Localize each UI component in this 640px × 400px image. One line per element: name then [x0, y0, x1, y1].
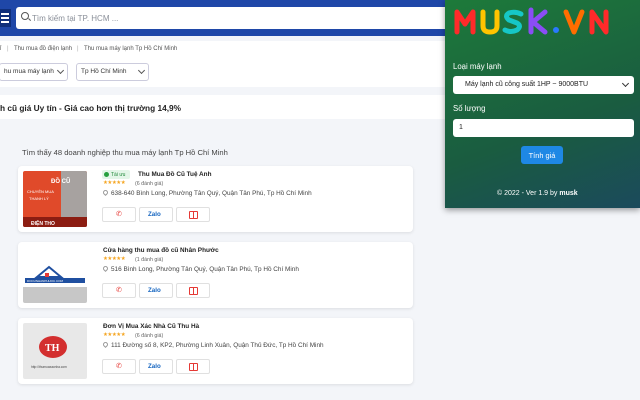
search-icon	[21, 12, 29, 20]
book-button[interactable]	[176, 359, 210, 374]
book-icon	[189, 211, 198, 219]
thumb-text: ĐỒ CŨ	[51, 178, 70, 185]
listing-address-text: 111 Đường số 8, KP2, Phường Linh Xuân, Q…	[111, 342, 324, 349]
ac-type-value: Máy lạnh cũ công suất 1HP ~ 9000BTU	[465, 81, 589, 88]
filter-bar: hu mua máy lạnh Tp Hồ Chí Minh	[0, 57, 445, 87]
breadcrumb-item[interactable]: Thu mua đồ điện lạnh	[14, 46, 72, 52]
footer-brand[interactable]: musk	[559, 190, 577, 197]
breadcrumb-separator: |	[7, 46, 9, 52]
zalo-label: Zalo	[148, 363, 161, 370]
listing-address: 638-640 Bình Long, Phường Tân Quý, Quận …	[101, 188, 312, 197]
thumb-text: DOCUNHANPHUOC.COM	[27, 279, 64, 283]
thumb-text: THANH LÝ	[29, 196, 49, 201]
search-box[interactable]	[16, 7, 456, 29]
popup-footer: © 2022 - Ver 1.9 by musk	[497, 190, 578, 197]
phone-icon: ✆	[116, 287, 122, 294]
promo-banner: h cũ giá Uy tín - Giá cao hơn thị trường…	[0, 95, 445, 119]
zalo-label: Zalo	[148, 287, 161, 294]
listing-address: 111 Đường số 8, KP2, Phường Linh Xuân, Q…	[101, 340, 324, 349]
footer-text: © 2022 - Ver 1.9 by	[497, 190, 558, 197]
rating-count: (6 đánh giá)	[135, 333, 164, 339]
chevron-down-icon	[621, 79, 630, 88]
thumb-text: CHUYÊN MUA	[27, 189, 54, 194]
phone-icon: ✆	[116, 363, 122, 370]
location-pin-icon	[101, 188, 110, 197]
city-filter[interactable]: Tp Hồ Chí Minh	[76, 63, 149, 81]
search-input[interactable]	[32, 7, 432, 29]
quantity-label: Số lượng	[453, 104, 486, 113]
verified-badge: Tài ưu	[102, 170, 130, 179]
location-pin-icon	[101, 340, 110, 349]
calculate-button-label: Tính giá	[528, 151, 556, 160]
listing-address-text: 516 Bình Long, Phường Tân Quý, Quận Tân …	[111, 266, 299, 273]
listing-card[interactable]: TH http://thumuaxacnha.com Đơn Vị Mua Xá…	[18, 318, 413, 384]
thumb-text: TH	[45, 343, 60, 354]
call-button[interactable]: ✆	[102, 283, 136, 298]
zalo-label: Zalo	[148, 211, 161, 218]
promo-text: h cũ giá Uy tín - Giá cao hơn thị trường…	[0, 103, 182, 113]
zalo-button[interactable]: Zalo	[139, 207, 173, 222]
zalo-button[interactable]: Zalo	[139, 359, 173, 374]
call-button[interactable]: ✆	[102, 359, 136, 374]
listing-thumbnail[interactable]: DOCUNHANPHUOC.COM	[23, 247, 87, 303]
book-button[interactable]	[176, 283, 210, 298]
menu-icon[interactable]	[0, 9, 11, 27]
calculate-button[interactable]: Tính giá	[521, 146, 563, 164]
listing-thumbnail[interactable]: TH http://thumuaxacnha.com	[23, 323, 87, 379]
extension-popup: Loại máy lạnh Máy lạnh cũ công suất 1HP …	[445, 0, 640, 208]
listing-thumbnail[interactable]: ĐỒ CŨ CHUYÊN MUA THANH LÝ ĐIỆN THO	[23, 171, 87, 227]
city-filter-label: Tp Hồ Chí Minh	[81, 68, 127, 75]
book-icon	[189, 363, 198, 371]
category-filter-label: hu mua máy lạnh	[4, 68, 54, 75]
breadcrumb-item[interactable]: Thu mua máy lạnh Tp Hồ Chí Minh	[84, 46, 177, 52]
verified-badge-label: Tài ưu	[111, 171, 126, 178]
ac-type-select[interactable]: Máy lạnh cũ công suất 1HP ~ 9000BTU	[453, 76, 634, 94]
listing-card[interactable]: DOCUNHANPHUOC.COM Cửa hàng thu mua đồ cũ…	[18, 242, 413, 308]
listing-name[interactable]: Cửa hàng thu mua đồ cũ Nhân Phước	[103, 247, 219, 254]
listing-card[interactable]: ĐỒ CŨ CHUYÊN MUA THANH LÝ ĐIỆN THO Tài ư…	[18, 166, 413, 232]
category-filter[interactable]: hu mua máy lạnh	[0, 63, 68, 81]
breadcrumb-separator: |	[77, 46, 79, 52]
star-rating: ★★★★★	[103, 332, 126, 338]
listing-address: 516 Bình Long, Phường Tân Quý, Quận Tân …	[101, 264, 299, 273]
results-count: Tìm thấy 48 doanh nghiệp thu mua máy lạn…	[22, 148, 228, 157]
zalo-button[interactable]: Zalo	[139, 283, 173, 298]
musk-logo	[454, 7, 609, 35]
breadcrumb-item[interactable]: ỉ	[0, 46, 1, 52]
breadcrumb: ỉ | Thu mua đồ điện lạnh | Thu mua máy l…	[0, 41, 445, 58]
listing-address-text: 638-640 Bình Long, Phường Tân Quý, Quận …	[111, 190, 312, 197]
book-button[interactable]	[176, 207, 210, 222]
star-rating: ★★★★★	[103, 180, 126, 186]
phone-icon: ✆	[116, 211, 122, 218]
thumb-text: http://thumuaxacnha.com	[31, 365, 67, 369]
quantity-input[interactable]: 1	[453, 119, 634, 137]
quantity-value: 1	[459, 124, 463, 131]
check-icon	[104, 171, 109, 177]
call-button[interactable]: ✆	[102, 207, 136, 222]
book-icon	[189, 287, 198, 295]
rating-count: (1 đánh giá)	[135, 257, 164, 263]
listing-name[interactable]: Thu Mua Đồ Cũ Tuệ Anh	[138, 171, 211, 178]
thumb-text: ĐIỆN THO	[31, 219, 55, 227]
star-rating: ★★★★★	[103, 256, 126, 262]
chevron-down-icon	[56, 66, 65, 75]
chevron-down-icon	[137, 66, 146, 75]
location-pin-icon	[101, 264, 110, 273]
rating-count: (6 đánh giá)	[135, 181, 164, 187]
type-label: Loại máy lạnh	[453, 62, 502, 71]
listing-name[interactable]: Đơn Vị Mua Xác Nhà Cũ Thu Hà	[103, 323, 199, 330]
